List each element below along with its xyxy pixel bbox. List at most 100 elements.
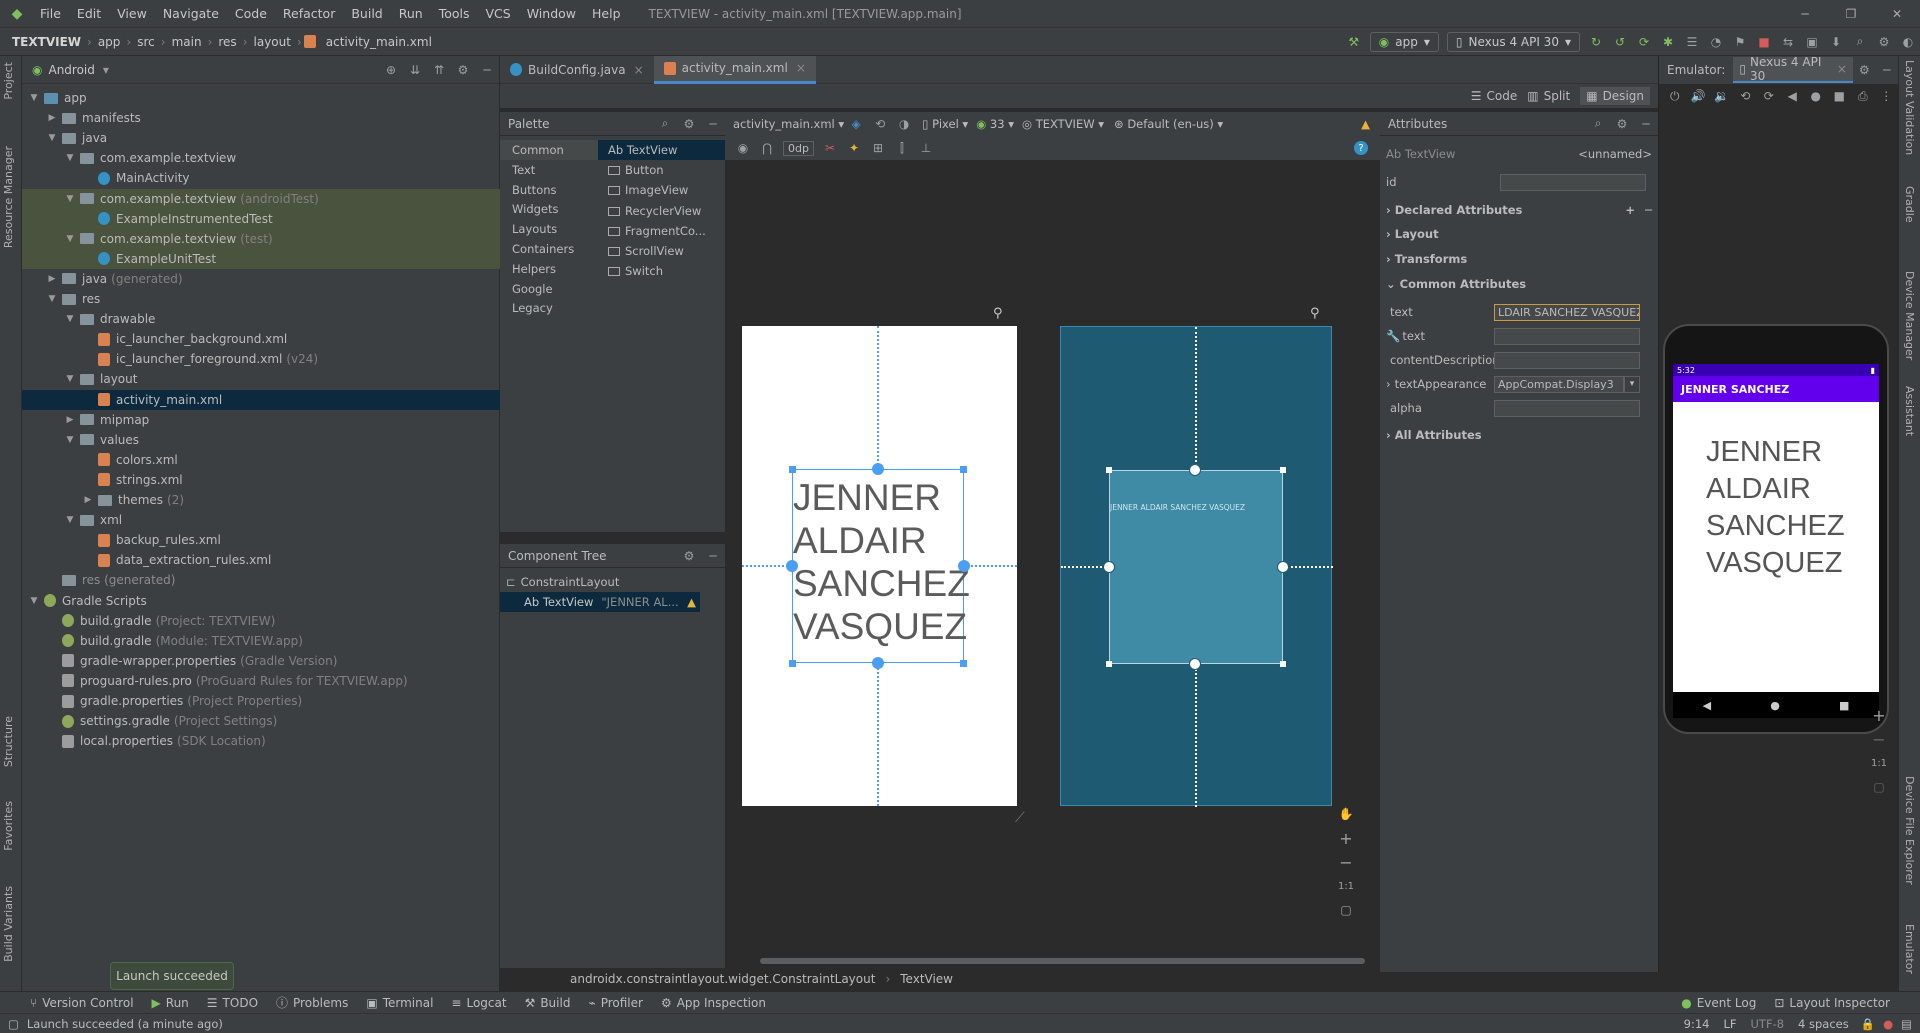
tree-item[interactable]: ▼ java — [22, 128, 500, 148]
menu-build[interactable]: Build — [343, 6, 390, 21]
user-icon[interactable]: ◐ — [1899, 33, 1917, 51]
palette-category-widgets[interactable]: Widgets — [512, 202, 559, 216]
alpha-field[interactable] — [1494, 400, 1640, 417]
build-variants-tool-tab[interactable]: Build Variants — [2, 886, 15, 962]
todo-tab[interactable]: ☰ TODO — [207, 996, 258, 1010]
apply-code-icon[interactable]: ↺ — [1611, 33, 1629, 51]
rotate-left-icon[interactable]: ⟲ — [1737, 87, 1755, 105]
anchor-left[interactable] — [786, 560, 798, 572]
layers-icon[interactable]: ◈ — [847, 115, 865, 133]
clear-constraints-icon[interactable]: ✂ — [821, 139, 839, 157]
breadcrumb-layout[interactable]: layout — [250, 35, 295, 49]
sdk-manager-icon[interactable]: ⬇ — [1827, 33, 1845, 51]
anchor-right[interactable] — [958, 560, 970, 572]
chevron-down-icon[interactable]: ▼ — [64, 194, 76, 204]
default-margin-select[interactable]: 0dp — [783, 140, 814, 156]
rotate-right-icon[interactable]: ⟳ — [1760, 87, 1778, 105]
api-select[interactable]: ◉ 33 ▾ — [976, 117, 1014, 131]
code-mode-button[interactable]: ☰ Code — [1471, 89, 1518, 103]
tree-item[interactable]: ▶ manifests — [22, 108, 500, 128]
memory-icon[interactable]: ▤ — [1901, 1017, 1912, 1031]
search-icon[interactable]: ⌕ — [1589, 115, 1607, 133]
tree-item[interactable]: gradle-wrapper.properties (Gradle Version… — [22, 651, 500, 671]
expand-all-icon[interactable]: ⇊ — [406, 61, 424, 79]
event-log-tab[interactable]: ● Event Log — [1681, 996, 1756, 1010]
theme-select[interactable]: ◎ TEXTVIEW ▾ — [1022, 117, 1104, 131]
tree-item[interactable]: ▶ themes (2) — [22, 490, 500, 510]
palette-item[interactable]: FragmentCo... — [608, 224, 706, 238]
locate-icon[interactable]: ⊕ — [382, 61, 400, 79]
anchor-bottom[interactable] — [872, 657, 884, 669]
tree-item[interactable]: ▼ res — [22, 289, 500, 309]
resize-handle[interactable] — [960, 466, 967, 473]
tree-item[interactable]: gradle.properties (Project Properties) — [22, 691, 500, 711]
debug-icon[interactable]: ✱ — [1659, 33, 1677, 51]
build-tab[interactable]: ⚒ Build — [525, 996, 571, 1010]
tab-buildconfig[interactable]: BuildConfig.java × — [500, 56, 654, 84]
gear-icon[interactable]: ⚙ — [680, 547, 698, 565]
home-icon[interactable]: ● — [1807, 87, 1825, 105]
menu-navigate[interactable]: Navigate — [155, 6, 227, 21]
infer-constraints-icon[interactable]: ✦ — [845, 139, 863, 157]
structure-tool-tab[interactable]: Structure — [2, 716, 15, 767]
chevron-down-icon[interactable]: ▼ — [46, 133, 58, 143]
line-separator[interactable]: LF — [1723, 1017, 1736, 1031]
pin-icon[interactable]: ⚲ — [993, 306, 1003, 321]
palette-item[interactable]: Button — [608, 163, 664, 177]
breadcrumb-app[interactable]: app — [94, 35, 125, 49]
common-attributes-section[interactable]: ⌄ Common Attributes — [1386, 274, 1652, 294]
tree-item[interactable]: backup_rules.xml — [22, 530, 500, 550]
rerun-icon[interactable]: ⟳ — [1635, 33, 1653, 51]
split-mode-button[interactable]: ▥ Split — [1527, 89, 1570, 103]
guidelines-icon[interactable]: ⊞ — [869, 139, 887, 157]
resize-handle[interactable] — [789, 660, 796, 667]
menu-file[interactable]: File — [32, 6, 69, 21]
tree-item[interactable]: ▼ drawable — [22, 309, 500, 329]
zoom-in-icon[interactable]: + — [1870, 706, 1888, 725]
warning-icon[interactable]: ▲ — [1361, 117, 1370, 131]
align-icon[interactable]: ⫿ — [893, 139, 911, 157]
night-mode-icon[interactable]: ◑ — [895, 115, 913, 133]
breadcrumb-src[interactable]: src — [133, 35, 159, 49]
pan-hand-icon[interactable]: ✋ — [1337, 805, 1355, 823]
attach-debugger-icon[interactable]: ⚑ — [1731, 33, 1749, 51]
warning-icon[interactable]: ▲ — [687, 595, 696, 609]
profile-icon[interactable]: ◔ — [1707, 33, 1725, 51]
tree-item[interactable]: ▼ layout — [22, 369, 500, 389]
hide-panel-icon[interactable]: ─ — [704, 547, 722, 565]
tree-textview[interactable]: Ab TextView "JENNER AL... ▲ — [500, 592, 700, 612]
breadcrumb-main[interactable]: main — [168, 35, 206, 49]
tree-item[interactable]: data_extraction_rules.xml — [22, 550, 500, 570]
home-icon[interactable]: ● — [1770, 699, 1780, 712]
palette-category-text[interactable]: Text — [512, 163, 535, 177]
chevron-down-icon[interactable]: ▼ — [28, 596, 40, 606]
anchor-bottom[interactable] — [1189, 658, 1201, 670]
close-icon[interactable]: × — [1837, 62, 1847, 76]
apply-changes-icon[interactable]: ↻ — [1587, 33, 1605, 51]
anchor-left[interactable] — [1103, 561, 1115, 573]
device-select[interactable]: ▯ Nexus 4 API 30 ▾ — [1446, 31, 1580, 52]
overview-icon[interactable]: ■ — [1831, 87, 1849, 105]
layout-inspector-tab[interactable]: ⊡ Layout Inspector — [1774, 996, 1890, 1010]
tab-activity-main[interactable]: activity_main.xml × — [653, 55, 816, 84]
anchor-top[interactable] — [1189, 464, 1201, 476]
resize-handle[interactable] — [1280, 661, 1286, 667]
design-mode-button[interactable]: ▦ Design — [1580, 87, 1650, 105]
selected-textview[interactable]: JENNER ALDAIR SANCHEZ VASQUEZ — [792, 469, 970, 663]
tree-item[interactable]: MainActivity — [22, 168, 500, 188]
emulator-tool-tab[interactable]: Emulator — [1903, 924, 1916, 974]
id-field[interactable] — [1500, 174, 1646, 191]
horizontal-scrollbar[interactable] — [760, 958, 1365, 964]
layout-validation-tool-tab[interactable]: Layout Validation — [1903, 60, 1916, 155]
palette-item[interactable]: Switch — [608, 264, 663, 278]
resource-manager-tool-tab[interactable]: Resource Manager — [2, 146, 15, 248]
zoom-out-icon[interactable]: − — [1337, 853, 1355, 872]
menu-edit[interactable]: Edit — [69, 6, 109, 21]
add-icon[interactable]: + — [1625, 203, 1635, 217]
run-config-select[interactable]: ◉ app ▾ — [1369, 31, 1439, 52]
device-manager-tool-tab[interactable]: Device Manager — [1903, 271, 1916, 360]
zoom-in-icon[interactable]: + — [1337, 829, 1355, 848]
zoom-fit-button[interactable]: 1:1 — [1337, 877, 1355, 895]
chevron-down-icon[interactable]: ▼ — [64, 234, 76, 244]
tree-item[interactable]: res (generated) — [22, 570, 500, 590]
